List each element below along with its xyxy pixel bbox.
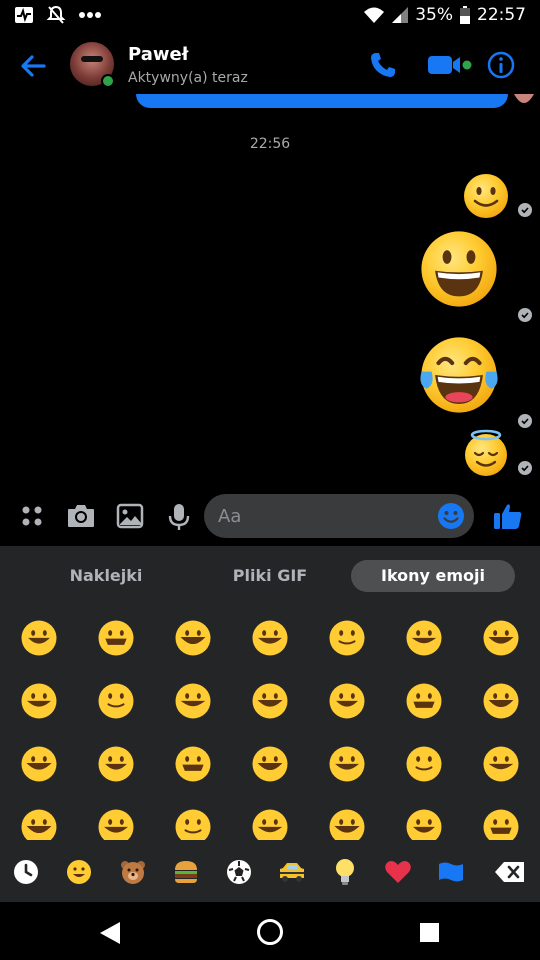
camera-icon[interactable]	[66, 502, 96, 530]
emoji-cell[interactable]	[394, 608, 454, 668]
flags-icon[interactable]	[431, 852, 471, 892]
emoji-cell[interactable]	[471, 671, 531, 731]
emoji-panel: Naklejki Pliki GIF Ikony emoji	[0, 546, 540, 840]
message-timestamp: 22:56	[249, 136, 291, 152]
emoji-cell[interactable]	[240, 671, 300, 731]
emoji-cell[interactable]	[86, 734, 146, 794]
notifications-off-icon	[46, 5, 66, 24]
more-actions-icon[interactable]	[20, 504, 44, 528]
more-dots-icon	[79, 12, 101, 18]
back-arrow-icon[interactable]	[18, 50, 50, 82]
battery-percent: 35%	[415, 5, 453, 25]
activity-icon	[15, 7, 33, 23]
message-composer: Aa	[0, 490, 540, 546]
like-thumb-icon[interactable]	[492, 500, 524, 532]
emoji-cell[interactable]	[163, 734, 223, 794]
objects-bulb-icon[interactable]	[325, 852, 365, 892]
emoji-cell[interactable]	[394, 671, 454, 731]
emoji-cell[interactable]	[86, 671, 146, 731]
emoji-cell[interactable]	[9, 608, 69, 668]
system-navigation-bar	[0, 902, 540, 960]
tab-stickers[interactable]: Naklejki	[46, 560, 166, 592]
signal-icon	[392, 7, 409, 23]
emoji-cell[interactable]	[240, 797, 300, 840]
slightly-smiling-face-icon[interactable]	[462, 172, 510, 220]
video-call-icon[interactable]	[426, 50, 474, 80]
emoji-cell[interactable]	[240, 608, 300, 668]
delivered-check-icon	[518, 461, 532, 475]
seen-avatar-icon	[514, 94, 534, 103]
presence-status: Aktywny(a) teraz	[128, 70, 248, 86]
conversation-header: Paweł Aktywny(a) teraz	[0, 32, 540, 96]
status-bar: 35% 22:57	[0, 0, 540, 30]
emoji-cell[interactable]	[317, 734, 377, 794]
wifi-icon	[364, 7, 385, 23]
message-input[interactable]: Aa	[204, 494, 474, 538]
emoji-cell[interactable]	[9, 734, 69, 794]
smileys-icon[interactable]	[59, 852, 99, 892]
delivered-check-icon	[518, 414, 532, 428]
previous-message-bubble[interactable]	[136, 94, 508, 108]
backspace-icon[interactable]	[490, 852, 530, 892]
emoji-panel-tabs: Naklejki Pliki GIF Ikony emoji	[0, 560, 540, 592]
recent-icon[interactable]	[6, 852, 46, 892]
gallery-icon[interactable]	[116, 502, 144, 530]
emoji-cell[interactable]	[471, 608, 531, 668]
emoji-category-bar	[0, 840, 540, 902]
emoji-picker-icon[interactable]	[437, 502, 465, 530]
tab-gifs[interactable]: Pliki GIF	[210, 560, 330, 592]
emoji-cell[interactable]	[394, 797, 454, 840]
contact-name[interactable]: Paweł	[128, 44, 188, 65]
emoji-cell[interactable]	[163, 797, 223, 840]
emoji-cell[interactable]	[163, 608, 223, 668]
emoji-cell[interactable]	[86, 608, 146, 668]
online-indicator	[101, 74, 115, 88]
emoji-cell[interactable]	[240, 734, 300, 794]
nav-recents-icon[interactable]	[420, 923, 439, 942]
travel-icon[interactable]	[272, 852, 312, 892]
emoji-cell[interactable]	[317, 671, 377, 731]
food-icon[interactable]	[166, 852, 206, 892]
delivered-check-icon	[518, 203, 532, 217]
emoji-cell[interactable]	[317, 608, 377, 668]
symbols-heart-icon[interactable]	[378, 852, 418, 892]
delivered-check-icon	[518, 308, 532, 322]
info-icon[interactable]	[486, 50, 516, 80]
tab-emoji[interactable]: Ikony emoji	[351, 560, 515, 592]
smiling-face-with-halo-icon[interactable]	[462, 428, 510, 478]
nav-back-icon[interactable]	[98, 920, 122, 946]
emoji-cell[interactable]	[9, 797, 69, 840]
emoji-cell[interactable]	[394, 734, 454, 794]
animals-icon[interactable]	[113, 852, 153, 892]
microphone-icon[interactable]	[168, 502, 190, 532]
phone-icon[interactable]	[368, 50, 398, 80]
nav-home-icon[interactable]	[256, 918, 284, 946]
emoji-cell[interactable]	[471, 734, 531, 794]
emoji-cell[interactable]	[9, 671, 69, 731]
emoji-cell[interactable]	[86, 797, 146, 840]
emoji-cell[interactable]	[163, 671, 223, 731]
face-with-tears-of-joy-icon[interactable]	[416, 334, 502, 416]
emoji-cell[interactable]	[317, 797, 377, 840]
activity-ball-icon[interactable]	[219, 852, 259, 892]
emoji-cell[interactable]	[471, 797, 531, 840]
grinning-face-icon[interactable]	[418, 228, 500, 310]
battery-icon	[460, 6, 470, 24]
clock: 22:57	[477, 5, 526, 25]
